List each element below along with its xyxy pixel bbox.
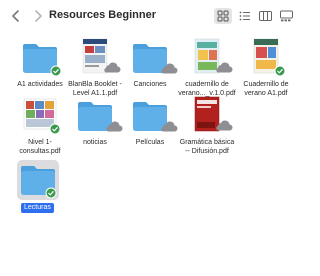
file-item-blanbla-booklet[interactable]: BlanBla Booklet - Level A1.1.pdf bbox=[65, 38, 125, 104]
column-view-button[interactable] bbox=[256, 8, 274, 24]
file-item-gramatica-basica[interactable]: Gramática básica -- Difusión.pdf bbox=[177, 96, 237, 162]
folder-icon bbox=[133, 44, 178, 74]
pdf-thumbnail-icon bbox=[194, 96, 233, 132]
file-name: Gramática básica -- Difusión.pdf bbox=[179, 139, 235, 155]
selected-file-name[interactable]: Lecturas bbox=[21, 203, 54, 213]
gallery-view-icon bbox=[279, 10, 293, 22]
grid-view-icon bbox=[217, 10, 229, 22]
window-title: Resources Beginner bbox=[49, 9, 156, 21]
folder-icon bbox=[23, 44, 62, 77]
grid-view-button[interactable] bbox=[214, 8, 232, 24]
folder-icon bbox=[21, 166, 57, 199]
pdf-thumbnail-icon bbox=[194, 38, 233, 74]
folder-icon bbox=[78, 102, 123, 132]
pdf-thumbnail-icon bbox=[82, 38, 121, 74]
file-item-cuadernillo-verano-v1[interactable]: cuadernillo de verano..._v.1.0.pdf bbox=[177, 38, 237, 104]
gallery-view-button[interactable] bbox=[277, 8, 295, 24]
synced-badge-icon bbox=[49, 123, 61, 135]
chevron-left-icon[interactable] bbox=[10, 9, 22, 23]
folder-icon bbox=[133, 102, 178, 132]
synced-badge-icon bbox=[45, 187, 57, 199]
file-item-canciones[interactable]: Canciones bbox=[120, 38, 180, 104]
list-view-button[interactable] bbox=[236, 8, 254, 24]
list-view-icon bbox=[239, 11, 250, 21]
column-view-icon bbox=[258, 11, 272, 21]
file-item-lecturas[interactable] bbox=[8, 160, 68, 226]
file-name: Cuadernillo de verano A1.pdf bbox=[243, 81, 289, 97]
file-item-noticias[interactable]: noticias bbox=[65, 96, 125, 162]
pdf-thumbnail-icon bbox=[253, 38, 286, 77]
chevron-right-icon[interactable] bbox=[32, 9, 44, 23]
finder-toolbar: Resources Beginner bbox=[0, 0, 300, 32]
synced-badge-icon bbox=[274, 65, 286, 77]
file-item-peliculas[interactable]: Películas bbox=[120, 96, 180, 162]
synced-badge-icon bbox=[50, 65, 62, 77]
file-item-cuadernillo-verano-a1[interactable]: Cuadernillo de verano A1.pdf bbox=[236, 38, 296, 104]
file-item-nivel-1-consultas[interactable]: Nivel 1- consultas.pdf bbox=[10, 96, 70, 162]
pdf-thumbnail-icon bbox=[23, 98, 61, 135]
